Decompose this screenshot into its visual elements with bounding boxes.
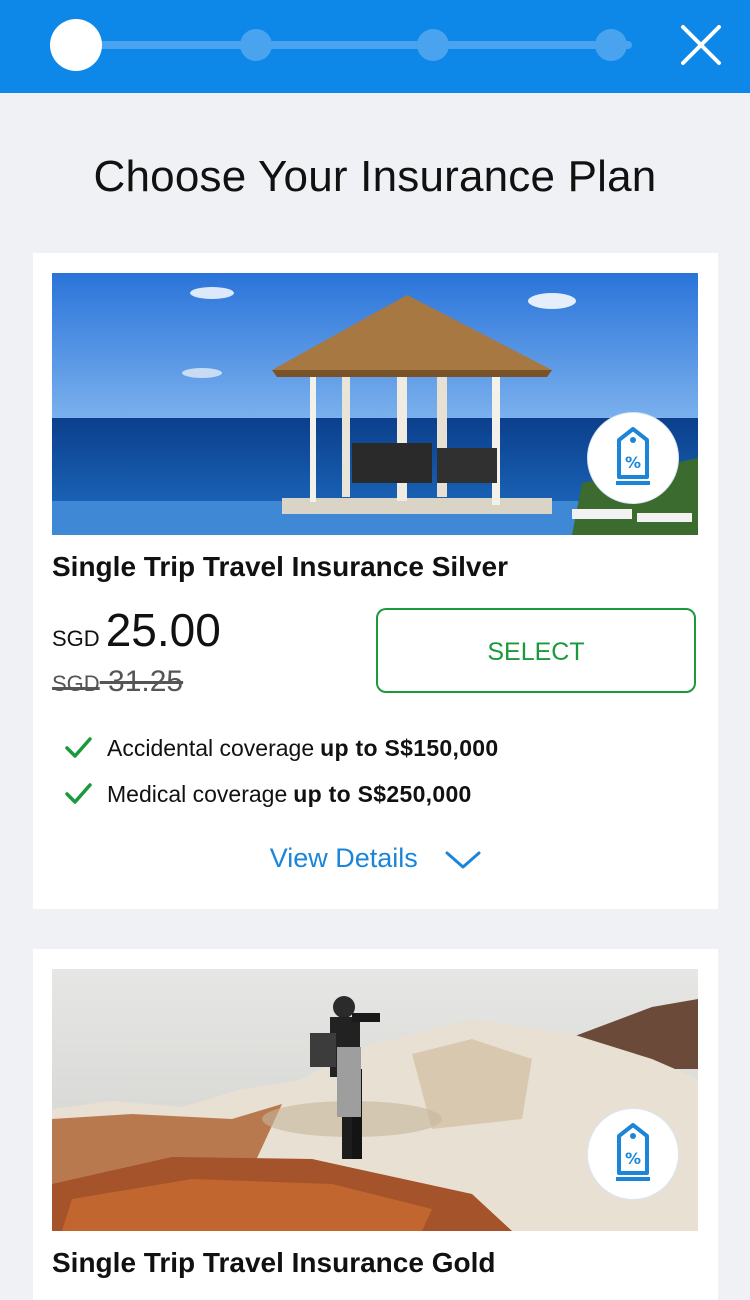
progress-step-4: [595, 29, 627, 61]
feature-text: Accidental coverage: [107, 734, 315, 761]
progress-step-3: [417, 29, 449, 61]
view-details-link[interactable]: View Details: [33, 843, 718, 874]
page-title: Choose Your Insurance Plan: [93, 152, 657, 201]
feature-text: Medical coverage: [107, 780, 288, 807]
feature-highlight: up to S$250,000: [293, 780, 472, 807]
plan-card-silver: % Single Trip Travel Insurance Silver SG…: [33, 253, 718, 909]
discount-badge: %: [588, 413, 678, 503]
original-price-amount: 31.25: [108, 665, 184, 698]
plan-image-gazebo: %: [52, 273, 698, 535]
check-icon: [65, 737, 92, 758]
discount-tag-icon: %: [616, 1123, 650, 1181]
original-price-currency: SGD: [52, 671, 100, 696]
plan-name: Single Trip Travel Insurance Gold: [52, 1247, 496, 1278]
view-details-label: View Details: [269, 843, 418, 873]
svg-text:%: %: [625, 453, 641, 472]
discount-tag-icon: %: [616, 427, 650, 485]
price-currency: SGD: [52, 626, 100, 651]
check-icon: [65, 783, 92, 804]
plan-name: Single Trip Travel Insurance Silver: [52, 551, 508, 582]
chevron-down-icon: [445, 851, 481, 869]
close-icon: [681, 25, 721, 65]
progress-step-current: [50, 19, 102, 71]
close-button[interactable]: [678, 22, 724, 68]
discount-badge: %: [588, 1109, 678, 1199]
svg-text:%: %: [625, 1149, 641, 1168]
progress-step-2: [240, 29, 272, 61]
price: SGD 25.00: [52, 603, 221, 657]
feature-highlight: up to S$150,000: [320, 734, 499, 761]
progress-header: [0, 0, 750, 93]
feature-item: Accidental coverage up to S$150,000: [63, 725, 498, 771]
progress-track: [76, 41, 632, 49]
price-amount: 25.00: [105, 604, 221, 656]
select-button[interactable]: SELECT: [376, 608, 696, 693]
plan-image-hiker: %: [52, 969, 698, 1231]
feature-list: Accidental coverage up to S$150,000 Medi…: [63, 725, 498, 817]
original-price: SGD 31.25: [52, 665, 183, 699]
feature-item: Medical coverage up to S$250,000: [63, 771, 498, 817]
plan-card-gold: % Single Trip Travel Insurance Gold: [33, 949, 718, 1300]
